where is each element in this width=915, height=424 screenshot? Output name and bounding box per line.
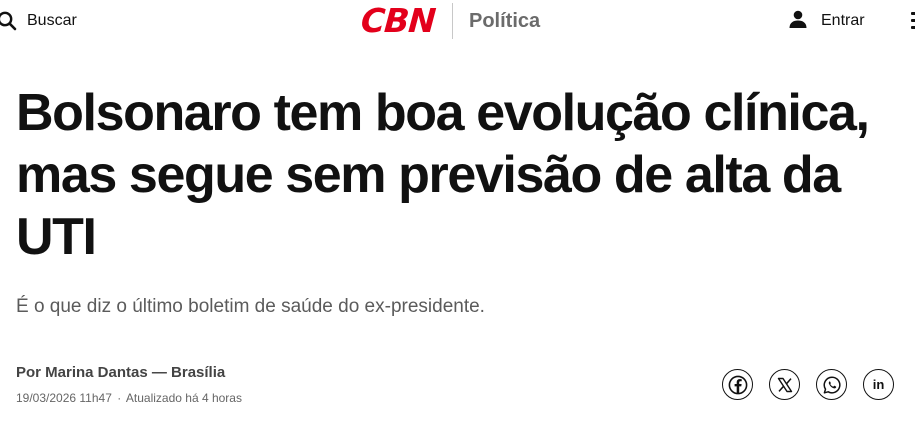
- facebook-icon: [728, 375, 748, 395]
- brand-divider: [452, 3, 453, 39]
- share-buttons: in: [722, 369, 894, 400]
- search-label: Buscar: [27, 12, 77, 29]
- article-byline: Por Marina Dantas — Brasília: [16, 364, 226, 381]
- search-button[interactable]: Buscar: [0, 10, 77, 32]
- whatsapp-icon: [822, 375, 842, 395]
- article-dateline: 19/03/2026 11h47 · Atualizado há 4 horas: [16, 391, 242, 405]
- cbn-logo[interactable]: CBN: [360, 1, 437, 40]
- updated-time: Atualizado há 4 horas: [125, 391, 242, 405]
- x-icon: [777, 377, 793, 393]
- login-label: Entrar: [821, 12, 865, 29]
- search-icon: [0, 10, 18, 32]
- article-title: Bolsonaro tem boa evolução clínica, mas …: [16, 84, 870, 266]
- menu-icon[interactable]: [911, 12, 915, 30]
- brand: CBN Política: [360, 1, 540, 40]
- share-linkedin-button[interactable]: in: [863, 369, 894, 400]
- publish-date: 19/03/2026 11h47: [16, 391, 112, 405]
- top-navigation: Buscar CBN Política Entrar: [0, 0, 915, 44]
- login-button[interactable]: Entrar: [788, 10, 865, 32]
- article-subtitle: É o que diz o último boletim de saúde do…: [16, 296, 485, 317]
- section-title[interactable]: Política: [469, 3, 540, 39]
- linkedin-icon: in: [872, 377, 885, 392]
- user-icon: [788, 9, 808, 34]
- dateline-separator: ·: [117, 391, 122, 405]
- share-x-button[interactable]: [769, 369, 800, 400]
- share-facebook-button[interactable]: [722, 369, 753, 400]
- share-whatsapp-button[interactable]: [816, 369, 847, 400]
